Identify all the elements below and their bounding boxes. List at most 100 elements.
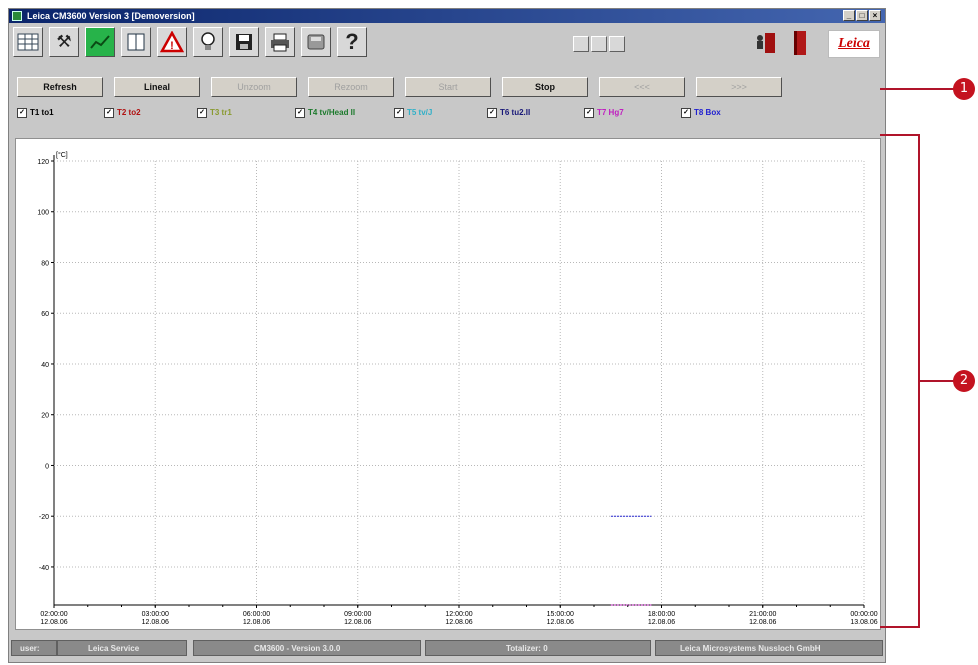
toolbar: ⚒ ! ? Leica xyxy=(13,27,881,63)
checkbox-icon: ✓ xyxy=(197,107,207,118)
channel-label: T8 Box xyxy=(694,108,721,117)
scroll-back-button[interactable]: <<< xyxy=(599,77,685,97)
x-tick-label-date: 13.08.06 xyxy=(850,619,877,626)
maximize-button[interactable]: □ xyxy=(856,10,868,21)
x-tick-label-time: 12:00:00 xyxy=(445,611,472,618)
callout-badge-2: 2 xyxy=(953,370,975,392)
y-tick-label: -40 xyxy=(39,565,49,572)
help-icon[interactable]: ? xyxy=(337,27,367,57)
window-title: Leica CM3600 Version 3 [Demoversion] xyxy=(27,11,195,21)
channel-checkbox-t2[interactable]: ✓ T2 to2 xyxy=(104,106,141,120)
checkbox-icon: ✓ xyxy=(17,107,27,118)
scroll-forward-button[interactable]: >>> xyxy=(696,77,782,97)
y-axis-label: [°C] xyxy=(56,151,68,159)
callout-bracket-bottom xyxy=(880,626,920,628)
callout-badge-1: 1 xyxy=(953,78,975,100)
status-bar: user: Leica Service CM3600 - Version 3.0… xyxy=(9,638,885,658)
channel-checkbox-t1[interactable]: ✓ T1 to1 xyxy=(17,106,54,120)
checkbox-icon: ✓ xyxy=(394,107,404,118)
y-tick-label: 0 xyxy=(45,463,49,470)
callout-bracket-top xyxy=(880,134,920,136)
y-tick-label: 40 xyxy=(41,362,49,369)
x-tick-label-time: 09:00:00 xyxy=(344,611,371,618)
temperature-chart[interactable]: 120 100 80 60 40 20 0 -20 -40 [°C] 02:00:00 12.08.0… xyxy=(15,138,881,630)
channel-checkbox-t8[interactable]: ✓ T8 Box xyxy=(681,106,721,120)
exit-door-icon[interactable] xyxy=(785,27,815,57)
x-tick-label-date: 12.08.06 xyxy=(648,619,675,626)
status-totalizer: Totalizer: 0 xyxy=(425,640,651,656)
save-icon[interactable] xyxy=(229,27,259,57)
channel-label: T2 to2 xyxy=(117,108,141,117)
checkbox-icon: ✓ xyxy=(295,107,305,118)
view-icon[interactable] xyxy=(573,36,589,52)
x-tick-label-time: 21:00:00 xyxy=(749,611,776,618)
x-tick-label-date: 12.08.06 xyxy=(142,619,169,626)
control-button-row: Refresh Lineal Unzoom Rezoom Start Stop … xyxy=(13,77,883,99)
chart-icon[interactable] xyxy=(85,27,115,57)
channel-label: T7 Hg7 xyxy=(597,108,624,117)
callout-line-2 xyxy=(919,380,955,382)
disk-icon[interactable] xyxy=(301,27,331,57)
channel-label: T6 tu2.II xyxy=(500,108,531,117)
x-tick-label-time: 02:00:00 xyxy=(40,611,67,618)
channel-checkbox-row: ✓ T1 to1 ✓ T2 to2 ✓ T3 tr1 ✓ T4 tv/Head II ✓… xyxy=(13,106,883,120)
stop-button[interactable]: Stop xyxy=(502,77,588,97)
x-tick-label-date: 12.08.06 xyxy=(547,619,574,626)
table-icon[interactable] xyxy=(13,27,43,57)
app-icon xyxy=(12,11,22,21)
channel-checkbox-t7[interactable]: ✓ T7 Hg7 xyxy=(584,106,624,120)
y-tick-label: 120 xyxy=(37,159,49,166)
start-button[interactable]: Start xyxy=(405,77,491,97)
x-tick-label-date: 12.08.06 xyxy=(445,619,472,626)
printer-icon[interactable] xyxy=(265,27,295,57)
panel-icon[interactable] xyxy=(591,36,607,52)
checkbox-icon: ✓ xyxy=(104,107,114,118)
x-tick-label-time: 06:00:00 xyxy=(243,611,270,618)
x-tick-label-date: 12.08.06 xyxy=(344,619,371,626)
door-user-icon[interactable] xyxy=(751,27,781,57)
channel-label: T3 tr1 xyxy=(210,108,232,117)
checkbox-icon: ✓ xyxy=(681,107,691,118)
x-tick-label-date: 12.08.06 xyxy=(243,619,270,626)
channel-checkbox-t3[interactable]: ✓ T3 tr1 xyxy=(197,106,232,120)
book-icon[interactable] xyxy=(121,27,151,57)
status-user-value: Leica Service xyxy=(57,640,187,656)
tools-icon[interactable]: ⚒ xyxy=(49,27,79,57)
refresh-button[interactable]: Refresh xyxy=(17,77,103,97)
chart-canvas: 120100806040200-20-40[°C]02:00:0012.08.0… xyxy=(37,151,877,626)
rezoom-button[interactable]: Rezoom xyxy=(308,77,394,97)
info-icon[interactable] xyxy=(609,36,625,52)
app-window: Leica CM3600 Version 3 [Demoversion] _ □… xyxy=(8,8,886,663)
channel-checkbox-t4[interactable]: ✓ T4 tv/Head II xyxy=(295,106,355,120)
y-tick-label: 60 xyxy=(41,311,49,318)
channel-checkbox-t6[interactable]: ✓ T6 tu2.II xyxy=(487,106,530,120)
x-tick-label-date: 12.08.06 xyxy=(749,619,776,626)
lineal-button[interactable]: Lineal xyxy=(114,77,200,97)
channel-label: T5 tv/J xyxy=(407,108,433,117)
channel-label: T4 tv/Head II xyxy=(308,108,356,117)
status-user-label: user: xyxy=(11,640,57,656)
minimize-button[interactable]: _ xyxy=(843,10,855,21)
leica-logo: Leica xyxy=(828,30,880,58)
x-tick-label-date: 12.08.06 xyxy=(40,619,67,626)
y-tick-label: -20 xyxy=(39,514,49,521)
x-tick-label-time: 00:00:00 xyxy=(850,611,877,618)
close-button[interactable]: × xyxy=(869,10,881,21)
status-version: CM3600 - Version 3.0.0 xyxy=(193,640,421,656)
callout-line-1 xyxy=(880,88,955,90)
checkbox-icon: ✓ xyxy=(487,107,497,118)
x-tick-label-time: 18:00:00 xyxy=(648,611,675,618)
x-tick-label-time: 03:00:00 xyxy=(142,611,169,618)
unzoom-button[interactable]: Unzoom xyxy=(211,77,297,97)
svg-text:!: ! xyxy=(170,40,174,52)
title-bar: Leica CM3600 Version 3 [Demoversion] _ □… xyxy=(9,9,885,23)
bulb-icon[interactable] xyxy=(193,27,223,57)
channel-label: T1 to1 xyxy=(30,108,54,117)
x-tick-label-time: 15:00:00 xyxy=(547,611,574,618)
y-tick-label: 20 xyxy=(41,413,49,420)
warning-icon[interactable]: ! xyxy=(157,27,187,57)
y-tick-label: 100 xyxy=(37,210,49,217)
checkbox-icon: ✓ xyxy=(584,107,594,118)
status-company: Leica Microsystems Nussloch GmbH xyxy=(655,640,883,656)
channel-checkbox-t5[interactable]: ✓ T5 tv/J xyxy=(394,106,432,120)
